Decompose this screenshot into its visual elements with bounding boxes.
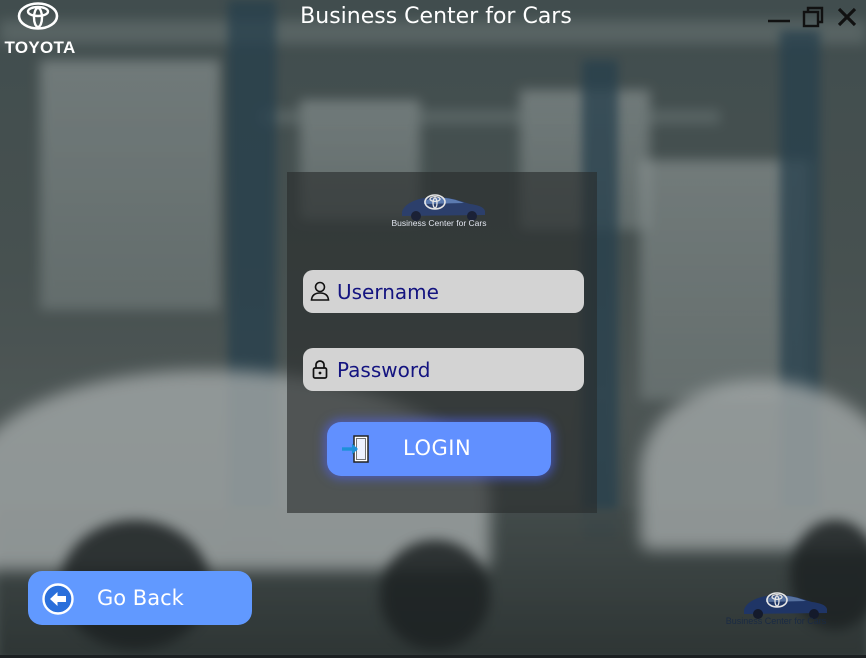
business-center-car-logo: Business Center for Cars [392,194,487,228]
username-field[interactable] [303,270,584,313]
toyota-logo-icon [17,2,59,30]
go-back-label: Go Back [97,586,184,610]
password-field[interactable] [303,348,584,391]
lock-icon [312,360,328,379]
close-icon[interactable] [834,6,862,30]
brand-name: TOYOTA [4,38,76,57]
window-title: Business Center for Cars [300,4,572,29]
go-back-button[interactable]: Go Back [28,571,252,625]
username-input[interactable] [337,270,577,313]
minimize-icon[interactable] [766,6,794,30]
brand-header: TOYOTA [0,0,80,60]
login-button-label: LOGIN [403,436,472,460]
corner-logo-caption: Business Center for Cars [726,616,827,626]
arrow-left-circle-icon [42,583,74,615]
card-logo-caption: Business Center for Cars [392,218,487,228]
corner-business-center-logo: Business Center for Cars [726,592,827,626]
login-door-icon [342,435,369,463]
login-button[interactable]: LOGIN [327,422,551,476]
maximize-icon[interactable] [800,6,828,30]
user-icon [310,281,330,301]
password-input[interactable] [337,348,577,391]
login-card: Business Center for Cars LOGIN [287,172,597,513]
